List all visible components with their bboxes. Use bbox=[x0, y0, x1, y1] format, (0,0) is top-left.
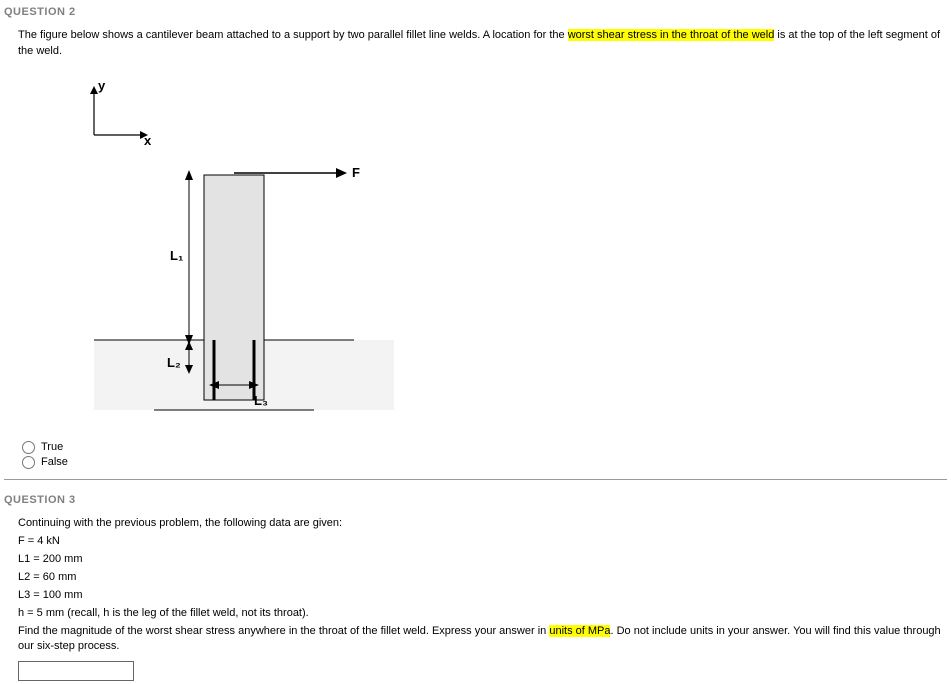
q3-d2: L1 = 200 mm bbox=[18, 552, 947, 568]
axis-x-label: x bbox=[144, 133, 152, 148]
q3-d4: L3 = 100 mm bbox=[18, 588, 947, 604]
question-2-prompt: The figure below shows a cantilever beam… bbox=[18, 28, 947, 60]
option-false-row[interactable]: False bbox=[22, 456, 947, 469]
option-true-label: True bbox=[41, 441, 63, 453]
option-false-label: False bbox=[41, 456, 68, 468]
radio-false[interactable] bbox=[22, 456, 35, 469]
force-label: F bbox=[352, 165, 360, 180]
radio-true[interactable] bbox=[22, 441, 35, 454]
answer-options: True False bbox=[22, 441, 947, 469]
question-2-header: QUESTION 2 bbox=[4, 6, 947, 18]
axis-y-label: y bbox=[98, 80, 106, 93]
L3-label: L₃ bbox=[254, 393, 268, 408]
dim-L1: L₁ bbox=[170, 170, 193, 345]
q2-text-before: The figure below shows a cantilever beam… bbox=[18, 29, 568, 41]
L1-label: L₁ bbox=[170, 248, 183, 263]
q3-d5: h = 5 mm (recall, h is the leg of the fi… bbox=[18, 606, 947, 622]
q3-d3: L2 = 60 mm bbox=[18, 570, 947, 586]
option-true-row[interactable]: True bbox=[22, 441, 947, 454]
diagram-svg: y x F L₁ L₂ bbox=[54, 80, 394, 430]
q3-find-before: Find the magnitude of the worst shear st… bbox=[18, 625, 549, 637]
q2-text-highlight: worst shear stress in the throat of the … bbox=[568, 29, 775, 41]
axes: y x bbox=[90, 80, 152, 148]
q3-d1: F = 4 kN bbox=[18, 534, 947, 550]
figure: y x F L₁ L₂ bbox=[54, 80, 947, 433]
q3-lead: Continuing with the previous problem, th… bbox=[18, 516, 947, 532]
q3-find: Find the magnitude of the worst shear st… bbox=[18, 624, 947, 656]
question-3-header: QUESTION 3 bbox=[4, 494, 947, 506]
answer-input[interactable] bbox=[18, 661, 134, 681]
q3-find-highlight: units of MPa bbox=[549, 625, 610, 637]
separator bbox=[4, 479, 947, 480]
L2-label: L₂ bbox=[167, 355, 181, 370]
